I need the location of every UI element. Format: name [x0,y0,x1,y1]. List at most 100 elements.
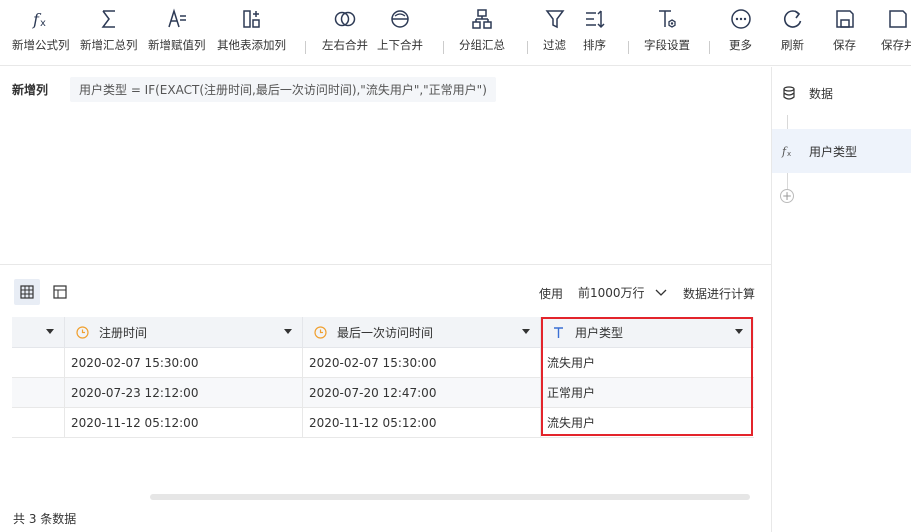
filter-button[interactable]: 过滤 [543,8,566,60]
save-button[interactable]: 保存 [833,8,856,60]
row-limit-value: 前1000万行 [578,285,645,300]
toolbar-label: 更多 [729,38,752,52]
column-header-user-type[interactable]: 用户类型 [541,317,753,348]
horizontal-scrollbar[interactable] [150,494,750,500]
field-settings-icon [659,10,676,28]
toolbar-label: 排序 [583,38,606,52]
table-cell: 2020-07-23 12:12:00 [65,378,303,407]
toolbar-divider [527,41,528,54]
step-item-data[interactable]: 数据 [772,71,911,115]
step-connector [787,115,788,129]
table-cell [12,348,65,377]
table-cell: 2020-11-12 05:12:00 [65,408,303,437]
use-label: 使用 [539,287,564,301]
toolbar-divider [443,41,444,54]
toolbar-label: 过滤 [543,38,566,52]
toolbar-label: 新增赋值列 [148,38,206,52]
step-item-user-type[interactable]: fx 用户类型 [772,129,911,173]
sort-button[interactable]: 排序 [583,8,606,60]
row-count: 共 3 条数据 [13,512,77,526]
merge-horizontal-icon [334,11,356,27]
grid-icon [20,285,34,299]
layout-view-toggle[interactable] [47,279,73,305]
column-header-register-time[interactable]: 注册时间 [65,317,303,348]
table-cell: 流失用户 [547,356,596,370]
table-cell: 2020-02-07 15:30:00 [303,348,541,377]
table-cell: 正常用户 [547,386,596,400]
table-header: 注册时间 最后一次访问时间 用户类型 [12,317,754,348]
toolbar-label: 分组汇总 [459,38,505,52]
fx-icon: fx [781,143,797,159]
save-icon [835,10,854,28]
caret-down-icon[interactable] [46,329,54,334]
toolbar-label: 保存并 [881,38,911,52]
more-icon [730,9,751,29]
table-cell: 流失用户 [547,416,596,430]
column-header-index[interactable] [12,317,65,348]
toolbar-label: 刷新 [781,38,804,52]
add-column-icon [242,10,260,28]
layout-icon [53,285,67,299]
table-row: 2020-07-23 12:12:00 2020-07-20 12:47:00 … [12,378,754,408]
clock-icon [75,326,89,340]
add-assign-column-button[interactable]: 新增赋值列 [148,8,206,60]
formula-expression[interactable]: 用户类型 = IF(EXACT(注册时间,最后一次访问时间),"流失用户","正… [70,77,496,102]
refresh-icon [783,10,801,28]
group-summary-button[interactable]: 分组汇总 [459,8,505,60]
field-settings-button[interactable]: 字段设置 [644,8,690,60]
step-panel: 数据 fx 用户类型 + [771,67,911,532]
clock-icon [313,326,327,340]
add-formula-column-button[interactable]: fx 新增公式列 [12,8,70,60]
save-as-button[interactable]: 保存并 [881,8,911,60]
compute-label: 数据进行计算 [683,287,756,301]
toolbar-label: 上下合并 [377,38,423,52]
merge-vertical-button[interactable]: 上下合并 [377,8,423,60]
chevron-down-icon [655,289,667,296]
table-row: 2020-02-07 15:30:00 2020-02-07 15:30:00 … [12,348,754,378]
step-connector [787,173,788,189]
add-column-from-table-button[interactable]: 其他表添加列 [217,8,286,60]
merge-horizontal-button[interactable]: 左右合并 [322,8,368,60]
toolbar-label: 其他表添加列 [217,38,286,52]
caret-down-icon[interactable] [522,329,530,334]
caret-down-icon[interactable] [284,329,292,334]
sigma-icon [101,10,115,28]
toolbar-divider [628,41,629,54]
toolbar-divider [709,41,710,54]
table-cell [12,378,65,407]
sort-icon [585,10,605,29]
table-cell: 2020-02-07 15:30:00 [65,348,303,377]
text-type-icon [551,326,565,340]
add-summary-column-button[interactable]: 新增汇总列 [80,8,138,60]
grid-view-toggle[interactable] [14,279,40,305]
formula-title: 新增列 [12,83,49,97]
step-label: 数据 [809,86,834,101]
table-row: 2020-11-12 05:12:00 2020-11-12 05:12:00 … [12,408,754,438]
column-header-label: 注册时间 [99,326,148,340]
column-header-last-visit-time[interactable]: 最后一次访问时间 [303,317,541,348]
column-header-label: 最后一次访问时间 [337,326,434,340]
column-header-label: 用户类型 [575,326,624,340]
svg-text:x: x [40,18,46,29]
svg-text:x: x [787,150,791,158]
toolbar-label: 保存 [833,38,856,52]
fx-icon: fx [32,10,46,29]
caret-down-icon[interactable] [735,329,743,334]
step-label: 用户类型 [809,144,858,159]
toolbar: fx 新增公式列 新增汇总列 新增赋值列 其他表添加列 左右合并 上下合并 分组… [0,0,911,66]
database-icon [781,85,797,101]
row-limit-select[interactable]: 前1000万行 [572,279,674,305]
refresh-button[interactable]: 刷新 [781,8,804,60]
table-cell: 2020-11-12 05:12:00 [303,408,541,437]
save-as-icon [889,10,907,28]
assign-icon [168,8,186,28]
toolbar-divider [305,41,306,54]
merge-vertical-icon [391,10,409,28]
filter-icon [545,10,564,29]
table-cell: 2020-07-20 12:47:00 [303,378,541,407]
table-cell [12,408,65,437]
more-button[interactable]: 更多 [729,8,752,60]
toolbar-label: 字段设置 [644,38,690,52]
plus-circle-icon[interactable]: + [780,189,794,203]
toolbar-label: 新增汇总列 [80,38,138,52]
